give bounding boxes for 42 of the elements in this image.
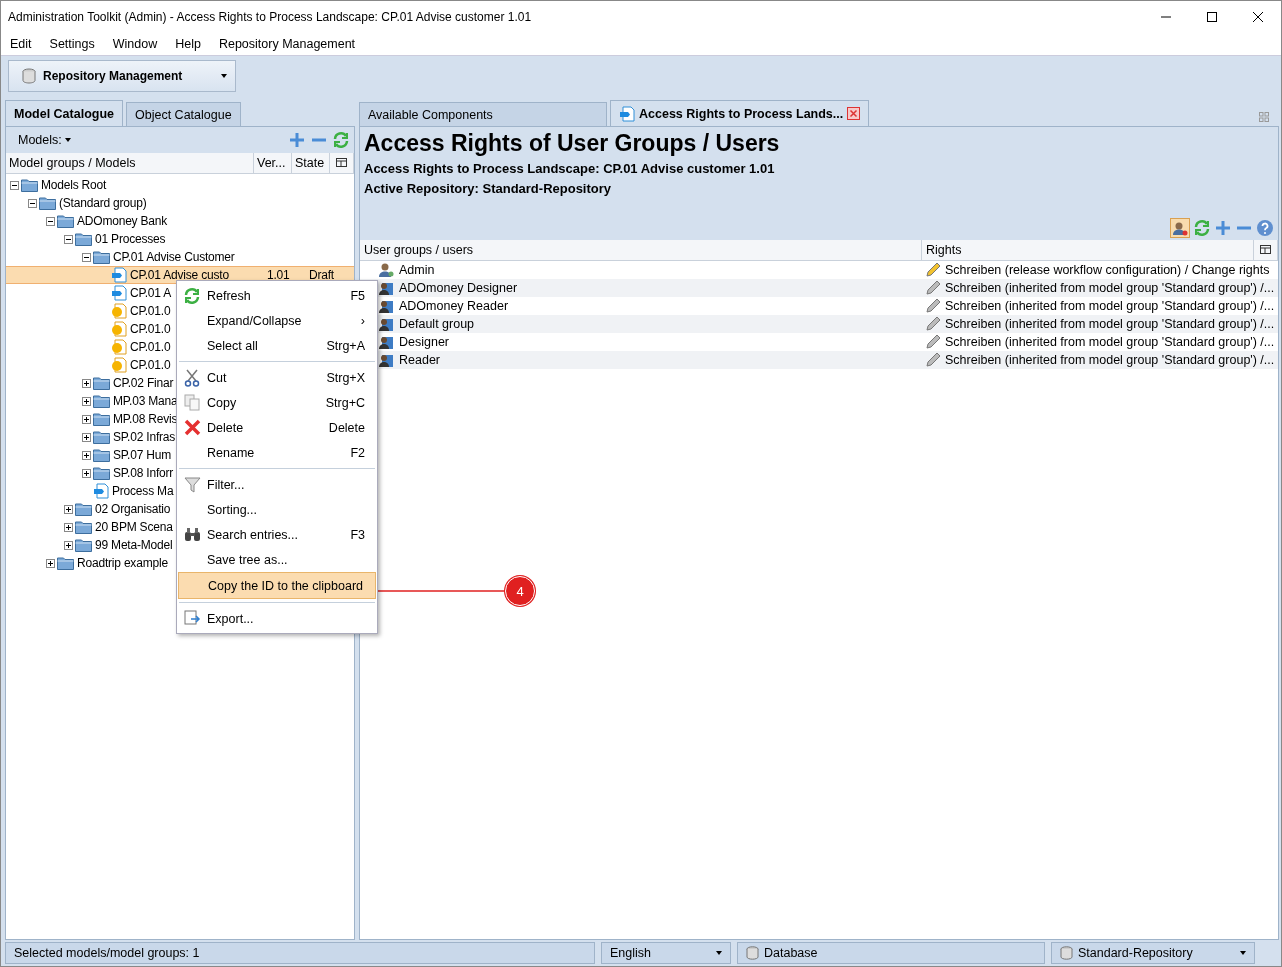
tree-item-label: 02 Organisatio	[95, 502, 171, 516]
user-name: Reader	[399, 353, 440, 367]
rights-value: Schreiben (inherited from model group 'Standard group') /...	[945, 335, 1275, 349]
tree-item-label: 01 Processes	[95, 232, 166, 246]
state-cell-text: Draft	[309, 268, 335, 282]
tree-item-label: 20 BPM Scena	[95, 520, 173, 534]
version-cell-text: 1.01	[267, 268, 291, 282]
rights-value: Schreiben (inherited from model group 'Standard group') /...	[945, 317, 1275, 331]
rights-value: Schreiben (inherited from model group 'Standard group') /...	[945, 281, 1275, 295]
tree-item-label: SP.08 Inforr	[113, 466, 174, 480]
tree-item-label: MP.08 Revis	[113, 412, 178, 426]
tree-item-label: Models Root	[41, 178, 107, 192]
tree-item-label: CP.01.0	[130, 322, 171, 336]
user-name: ADOmoney Reader	[399, 299, 509, 313]
rights-value: Schreiben (release workflow configuration) / Change rights	[945, 263, 1270, 277]
status-text: Database	[764, 946, 818, 960]
tree-item-label: CP.01.0	[130, 304, 171, 318]
tree-item-label: Process Ma	[112, 484, 174, 498]
tree-item-label: CP.01.0	[130, 340, 171, 354]
subheading: Active Repository: Standard-Repository	[364, 181, 613, 196]
tree-item-label: (Standard group)	[59, 196, 147, 210]
rights-value: Schreiben (inherited from model group 'Standard group') /...	[945, 299, 1275, 313]
rights-value: Schreiben (inherited from model group 'Standard group') /...	[945, 353, 1275, 367]
tree-item-label: CP.01 A	[130, 286, 172, 300]
subheading: Access Rights to Process Landscape: CP.01 Advise customer 1.01	[364, 161, 776, 176]
status-text: Selected models/model groups: 1	[5, 942, 595, 964]
tree-item-label: SP.07 Hum	[113, 448, 171, 462]
user-name: Default group	[399, 317, 475, 331]
tree-item-label: CP.02 Finar	[113, 376, 174, 390]
tree-item-label: 99 Meta-Model	[95, 538, 173, 552]
page-heading: Access Rights of User Groups / Users	[364, 130, 781, 157]
tree-item-label: SP.02 Infras	[113, 430, 176, 444]
user-name: ADOmoney Designer	[399, 281, 518, 295]
window-title: Administration Toolkit (Admin) - Access Rights to Process Landscape: CP.01 Advise customer 1.01	[8, 9, 532, 24]
tree-item-label: ADOmoney Bank	[77, 214, 168, 228]
tree-item-label: Roadtrip example	[77, 556, 168, 570]
user-name: Designer	[399, 335, 450, 349]
tree-item-label: CP.01 Advise Customer	[113, 250, 235, 264]
step-number: 4	[505, 576, 535, 606]
tree-item-label: CP.01 Advise custo	[130, 268, 229, 282]
user-name: Admin	[399, 263, 435, 277]
tree-item-label: CP.01.0	[130, 358, 171, 372]
